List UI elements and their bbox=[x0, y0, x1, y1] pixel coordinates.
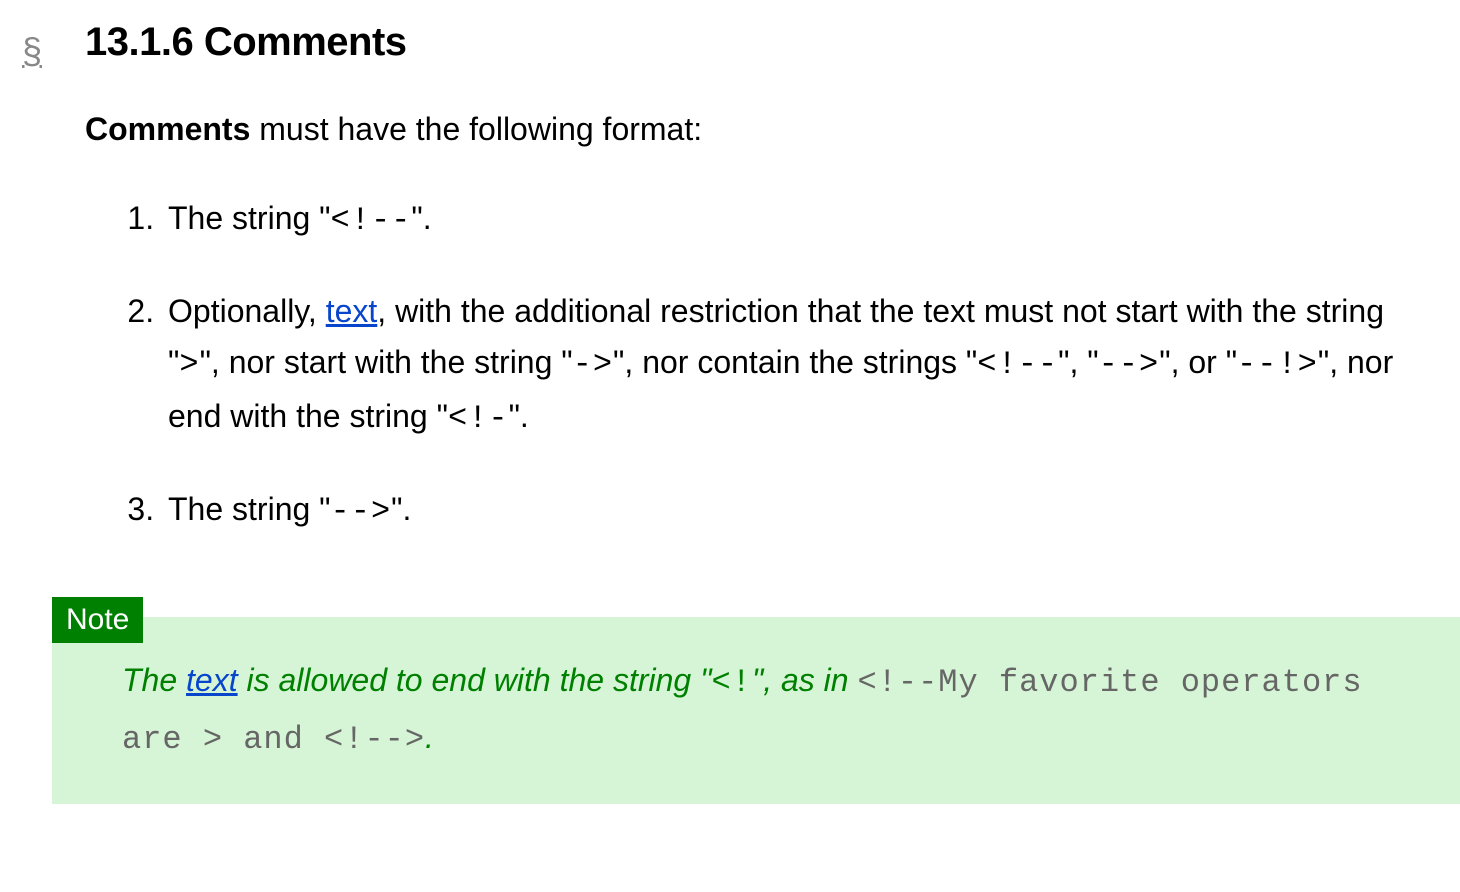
text: ". bbox=[509, 398, 529, 434]
text: ", or " bbox=[1159, 344, 1237, 380]
text: ", nor contain the strings " bbox=[613, 344, 977, 380]
code-literal: --> bbox=[331, 493, 392, 530]
link-text[interactable]: text bbox=[186, 662, 238, 698]
note-text: The bbox=[122, 662, 186, 698]
list-item: The string "-->". bbox=[163, 484, 1440, 537]
section-heading: 13.1.6 Comments bbox=[85, 20, 1440, 65]
code-literal: <!-- bbox=[331, 202, 412, 239]
text: ", " bbox=[1058, 344, 1099, 380]
text: The string " bbox=[168, 200, 331, 236]
code-literal: <! bbox=[711, 664, 751, 701]
code-literal: <!-- bbox=[977, 346, 1058, 383]
code-literal: -> bbox=[573, 346, 613, 383]
code-literal: --> bbox=[1099, 346, 1160, 383]
text: ". bbox=[391, 491, 411, 527]
intro-paragraph: Comments must have the following format: bbox=[85, 105, 1440, 153]
code-literal: > bbox=[179, 346, 199, 383]
note-label: Note bbox=[52, 597, 143, 643]
section-comments: § 13.1.6 Comments Comments must have the… bbox=[0, 0, 1460, 804]
intro-text: must have the following format: bbox=[250, 111, 702, 147]
text: The string " bbox=[168, 491, 331, 527]
list-item: Optionally, text, with the additional re… bbox=[163, 286, 1440, 444]
code-literal: <!- bbox=[448, 400, 509, 437]
note-body: The text is allowed to end with the stri… bbox=[52, 617, 1460, 804]
text: Optionally, bbox=[168, 293, 326, 329]
code-literal: --!> bbox=[1237, 346, 1318, 383]
section-permalink-icon[interactable]: § bbox=[22, 30, 42, 72]
link-text[interactable]: text bbox=[326, 293, 378, 329]
note-text: . bbox=[425, 719, 434, 755]
note-text: is allowed to end with the string " bbox=[238, 662, 712, 698]
text: ", nor start with the string " bbox=[200, 344, 573, 380]
text: ". bbox=[411, 200, 431, 236]
note-text: ", as in bbox=[752, 662, 858, 698]
format-list: The string "<!--". Optionally, text, wit… bbox=[85, 193, 1440, 537]
list-item: The string "<!--". bbox=[163, 193, 1440, 246]
note-block: Note The text is allowed to end with the… bbox=[52, 597, 1460, 804]
dfn-comments: Comments bbox=[85, 111, 250, 147]
